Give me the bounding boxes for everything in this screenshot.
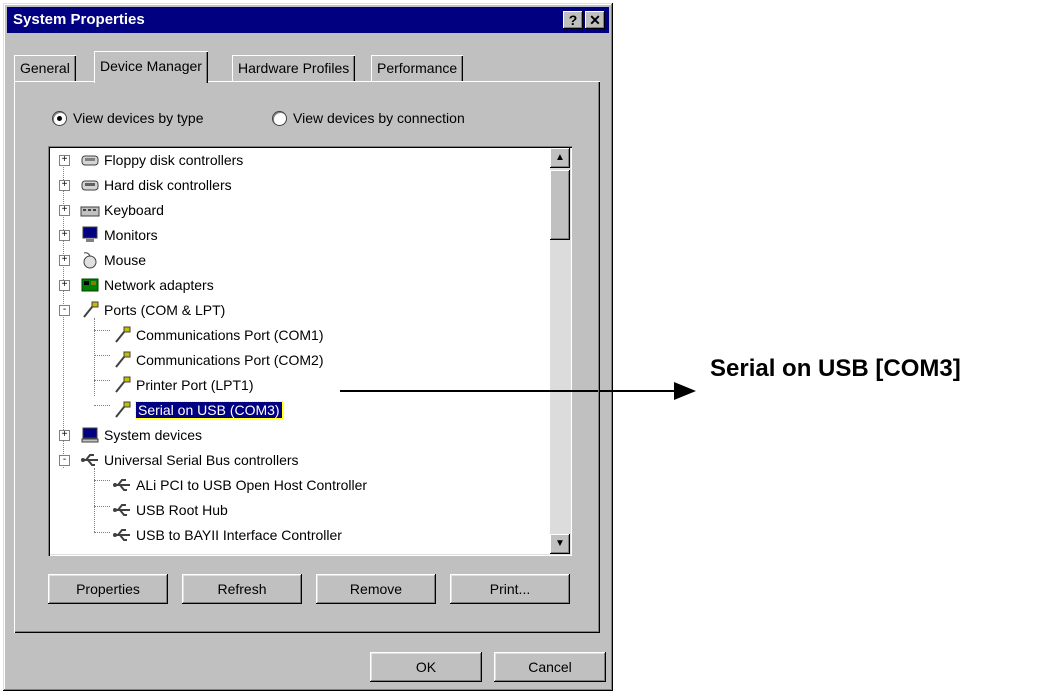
ok-button[interactable]: OK <box>370 652 482 682</box>
annotation-label: Serial on USB [COM3] <box>710 355 961 382</box>
tab-hardware-profiles[interactable]: Hardware Profiles <box>232 55 356 81</box>
tab-general[interactable]: General <box>14 55 76 81</box>
device-manager-panel <box>14 81 600 633</box>
tab-performance[interactable]: Performance <box>371 55 464 81</box>
tab-device-manager[interactable]: Device Manager <box>94 51 208 83</box>
cancel-button[interactable]: Cancel <box>494 652 606 682</box>
window-title: System Properties <box>13 11 145 28</box>
annotation-arrow-head <box>674 382 696 400</box>
close-button[interactable]: ✕ <box>585 11 605 29</box>
help-button[interactable]: ? <box>563 11 583 29</box>
title-bar[interactable]: System Properties ? ✕ <box>7 7 609 33</box>
